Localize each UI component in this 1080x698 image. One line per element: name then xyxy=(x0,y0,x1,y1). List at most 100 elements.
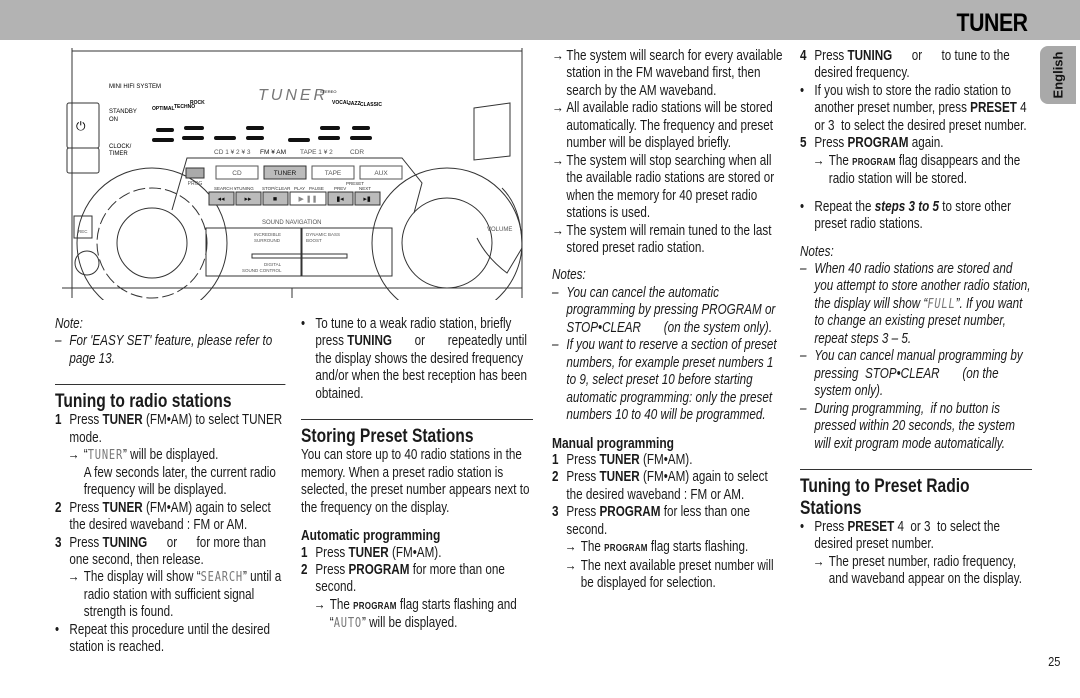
text: The xyxy=(329,596,354,613)
bold-term: PROGRAM xyxy=(348,561,410,578)
step-item: 1 Press TUNER (FM•AM) to select TUNER mod… xyxy=(55,412,285,447)
result-item: → The next available preset number will b… xyxy=(552,558,784,593)
text: Press xyxy=(566,469,600,486)
text: If you want to reserve a section of pres… xyxy=(566,337,780,424)
step-number: 4 xyxy=(800,48,807,64)
note-item: – During programming, if no button is pre… xyxy=(800,401,1032,453)
text: During programming, if no button is pres… xyxy=(814,400,1019,452)
text: Press xyxy=(814,518,848,535)
column-3: → The system will search for every availa… xyxy=(552,48,784,593)
note-item: – For 'EASY SET' feature, please refer to… xyxy=(55,333,285,368)
result-item: → The system will remain tuned to the las… xyxy=(552,223,784,258)
text: Repeat this procedure until the desired … xyxy=(69,621,274,656)
display-readout: TUNER xyxy=(87,448,124,464)
bold-italic-term: steps 3 to 5 xyxy=(874,198,940,215)
text: Press xyxy=(566,451,600,468)
section-title: TUNER xyxy=(956,9,1028,37)
svg-text:▮◂: ▮◂ xyxy=(336,196,344,203)
dash-marker: – xyxy=(800,400,807,417)
step-item: 2 Press TUNER (FM•AM) again to select the… xyxy=(55,500,285,535)
bullet-item: • If you wish to store the radio station … xyxy=(800,83,1032,135)
stereo-label: STEREO xyxy=(320,89,336,94)
result-item: → The PROGRAM flag disappears and the rad… xyxy=(800,153,1032,189)
bold-term: PRESET xyxy=(970,100,1017,117)
bullet-item: • Repeat the steps 3 to 5 to store other … xyxy=(800,199,1032,234)
step-number: 5 xyxy=(800,135,807,152)
column-4: 4 Press TUNING or to tune to the desired … xyxy=(800,48,1032,589)
step-item: 4 Press TUNING or to tune to the desired … xyxy=(800,48,1032,83)
bold-term: PROGRAM xyxy=(847,135,909,152)
text: A few seconds later, the current radio f… xyxy=(83,464,280,499)
bold-term: TUNING xyxy=(847,48,893,64)
arrow-icon: → xyxy=(313,596,326,613)
result-item: → The system will search for every availa… xyxy=(552,48,784,100)
text: The system will search for every availab… xyxy=(566,48,786,99)
device-illustration: MINI HIFI SYSTEM TUNER STEREO OPTIMAL TE… xyxy=(62,48,523,300)
svg-text:■: ■ xyxy=(273,196,277,203)
source-label-cd: CD 1 ¥ 2 ¥ 3 xyxy=(214,149,251,156)
text: The xyxy=(828,152,853,169)
volume-label: VOLUME xyxy=(487,227,512,233)
display-readout: AUTO xyxy=(333,616,362,632)
note-item: – If you want to reserve a section of pre… xyxy=(552,337,784,424)
aux-button-label: AUX xyxy=(374,170,388,177)
sound-navigation-label: SOUND NAVIGATION xyxy=(262,220,321,226)
language-label: English xyxy=(1050,51,1066,99)
result-item: → “TUNER” will be displayed. xyxy=(55,447,285,464)
text: Storing Preset Stations xyxy=(301,425,474,448)
surround-label: SURROUND xyxy=(254,238,281,243)
standby-label: STANDBY xyxy=(109,109,137,115)
bold-term: TUNER xyxy=(102,499,143,516)
step-item: 1 Press TUNER (FM•AM). xyxy=(301,545,533,562)
text: Press xyxy=(69,499,103,516)
text: ” will be displayed. xyxy=(123,447,219,464)
text: Tuning to radio stations xyxy=(55,390,232,413)
source-label-tape: TAPE 1 ¥ 2 xyxy=(300,149,333,156)
text: The preset number, radio frequency, and … xyxy=(828,553,1023,588)
on-label: ON xyxy=(109,117,118,123)
bold-term: PRESET xyxy=(847,518,895,535)
subsection-heading: Automatic programming xyxy=(301,527,533,544)
arrow-icon: → xyxy=(564,557,577,574)
step-number: 3 xyxy=(55,534,62,551)
bold-term: TUNER xyxy=(102,412,143,429)
notes-title: Notes: xyxy=(800,244,1032,261)
step-item: 2 Press TUNER (FM•AM) again to select the… xyxy=(552,469,784,504)
clock-label: CLOCK/ xyxy=(109,144,132,150)
display-flag: PROGRAM xyxy=(604,543,648,555)
section-heading: Tuning to radio stations xyxy=(55,384,286,413)
column-2: • To tune to a weak radio station, briefl… xyxy=(301,316,533,633)
arrow-icon: → xyxy=(67,569,80,586)
svg-text:▶ ❚❚: ▶ ❚❚ xyxy=(298,195,317,203)
text: Press xyxy=(814,135,848,152)
text: (FM•AM). xyxy=(639,451,693,468)
text: The display will show “ xyxy=(83,569,201,586)
bullet-icon: • xyxy=(800,82,805,99)
step-item: 5 Press PROGRAM again. xyxy=(800,135,1032,152)
display-flag: PROGRAM xyxy=(353,600,397,612)
text: Automatic programming xyxy=(301,527,441,545)
text: Tuning to Preset Radio Stations xyxy=(800,474,974,519)
dash-marker: – xyxy=(800,260,807,277)
text: Note: xyxy=(55,316,83,332)
power-icon[interactable]: ⏻ xyxy=(76,119,86,133)
prog-button[interactable] xyxy=(185,167,205,179)
text: You can cancel manual programming by pre… xyxy=(814,348,1026,400)
step-item: 3 Press PROGRAM for less than one second. xyxy=(552,504,784,539)
result-item: → The system will stop searching when all… xyxy=(552,153,784,223)
eq-vocal: VOCAL xyxy=(332,100,350,106)
brand-label: MINI HIFI SYSTEM xyxy=(109,84,161,90)
text: The xyxy=(580,539,605,556)
notes-title: Note: xyxy=(55,316,285,333)
text: You can store up to 40 radio stations in… xyxy=(301,447,533,516)
text: Press xyxy=(566,504,600,521)
step-number: 2 xyxy=(301,561,308,578)
text: (FM•AM). xyxy=(388,544,442,561)
display-readout: FULL xyxy=(927,296,956,312)
text: Press xyxy=(814,48,848,64)
bold-term: TUNER xyxy=(348,544,389,561)
bold-term: TUNER xyxy=(599,451,640,468)
